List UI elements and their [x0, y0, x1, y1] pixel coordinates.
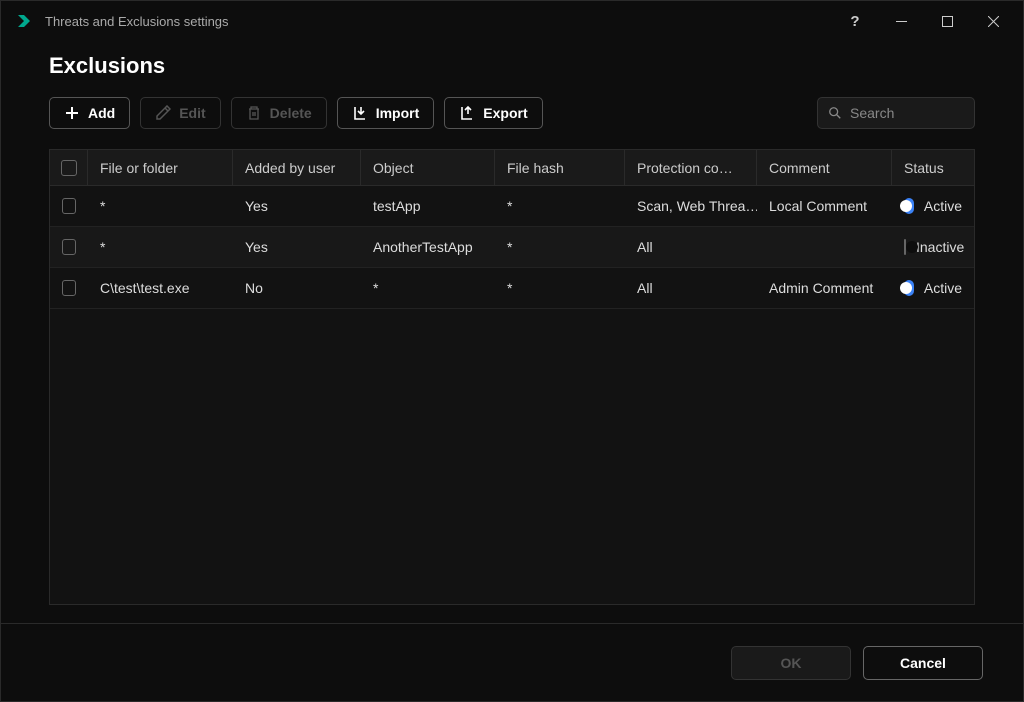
table-header: File or folder Added by user Object File… — [50, 150, 974, 186]
titlebar: Threats and Exclusions settings ? — [1, 1, 1023, 41]
cell-status: Inactive — [892, 227, 974, 267]
table-body: * Yes testApp * Scan, Web Threa… Local C… — [50, 186, 974, 309]
maximize-button[interactable] — [925, 5, 969, 37]
cell-hash: * — [495, 227, 625, 267]
window-controls: ? — [833, 5, 1015, 37]
delete-label: Delete — [270, 105, 312, 121]
status-label: Inactive — [916, 239, 964, 255]
import-label: Import — [376, 105, 420, 121]
cell-protection: All — [625, 268, 757, 308]
status-label: Active — [924, 198, 962, 214]
table-row[interactable]: C\test\test.exe No * * All Admin Comment… — [50, 268, 974, 309]
cell-status: Active — [892, 268, 974, 308]
add-button[interactable]: Add — [49, 97, 130, 129]
header-protection[interactable]: Protection co… — [625, 150, 757, 185]
header-status[interactable]: Status — [892, 150, 974, 185]
cell-protection: All — [625, 227, 757, 267]
cell-protection: Scan, Web Threa… — [625, 186, 757, 226]
header-object[interactable]: Object — [361, 150, 495, 185]
pencil-icon — [155, 105, 171, 121]
settings-window: Threats and Exclusions settings ? Exclus… — [0, 0, 1024, 702]
cell-hash: * — [495, 186, 625, 226]
cell-object: AnotherTestApp — [361, 227, 495, 267]
cell-file: * — [88, 186, 233, 226]
export-button[interactable]: Export — [444, 97, 542, 129]
status-toggle[interactable] — [904, 198, 914, 214]
trash-icon — [246, 105, 262, 121]
app-logo-icon — [15, 12, 33, 30]
import-button[interactable]: Import — [337, 97, 435, 129]
content-area: Exclusions Add Edit Delete Import Export — [1, 41, 1023, 623]
header-comment[interactable]: Comment — [757, 150, 892, 185]
cell-added: Yes — [233, 227, 361, 267]
import-icon — [352, 105, 368, 121]
search-icon — [828, 106, 842, 120]
cell-object: * — [361, 268, 495, 308]
search-input[interactable] — [850, 105, 964, 121]
header-added[interactable]: Added by user — [233, 150, 361, 185]
row-checkbox[interactable] — [62, 198, 76, 214]
table-row[interactable]: * Yes AnotherTestApp * All Inactive — [50, 227, 974, 268]
table-row[interactable]: * Yes testApp * Scan, Web Threa… Local C… — [50, 186, 974, 227]
footer: OK Cancel — [1, 623, 1023, 701]
cell-status: Active — [892, 186, 974, 226]
cell-added: No — [233, 268, 361, 308]
status-toggle[interactable] — [904, 280, 914, 296]
close-button[interactable] — [971, 5, 1015, 37]
search-box[interactable] — [817, 97, 975, 129]
export-label: Export — [483, 105, 527, 121]
edit-button: Edit — [140, 97, 220, 129]
cell-comment: Local Comment — [757, 186, 892, 226]
add-label: Add — [88, 105, 115, 121]
export-icon — [459, 105, 475, 121]
exclusions-table: File or folder Added by user Object File… — [49, 149, 975, 605]
cancel-button[interactable]: Cancel — [863, 646, 983, 680]
row-checkbox[interactable] — [62, 280, 76, 296]
delete-button: Delete — [231, 97, 327, 129]
cell-hash: * — [495, 268, 625, 308]
header-hash[interactable]: File hash — [495, 150, 625, 185]
help-button[interactable]: ? — [833, 5, 877, 37]
status-toggle[interactable] — [904, 239, 906, 255]
header-file[interactable]: File or folder — [88, 150, 233, 185]
toolbar: Add Edit Delete Import Export — [49, 97, 975, 129]
minimize-button[interactable] — [879, 5, 923, 37]
status-label: Active — [924, 280, 962, 296]
cell-added: Yes — [233, 186, 361, 226]
cell-file: * — [88, 227, 233, 267]
cell-object: testApp — [361, 186, 495, 226]
ok-button: OK — [731, 646, 851, 680]
row-checkbox[interactable] — [62, 239, 76, 255]
select-all-checkbox[interactable] — [61, 160, 77, 176]
plus-icon — [64, 105, 80, 121]
cell-file: C\test\test.exe — [88, 268, 233, 308]
header-checkbox-col — [50, 150, 88, 185]
cell-comment: Admin Comment — [757, 268, 892, 308]
page-title: Exclusions — [49, 53, 975, 79]
edit-label: Edit — [179, 105, 205, 121]
window-title: Threats and Exclusions settings — [45, 14, 833, 29]
cell-comment — [757, 227, 892, 267]
